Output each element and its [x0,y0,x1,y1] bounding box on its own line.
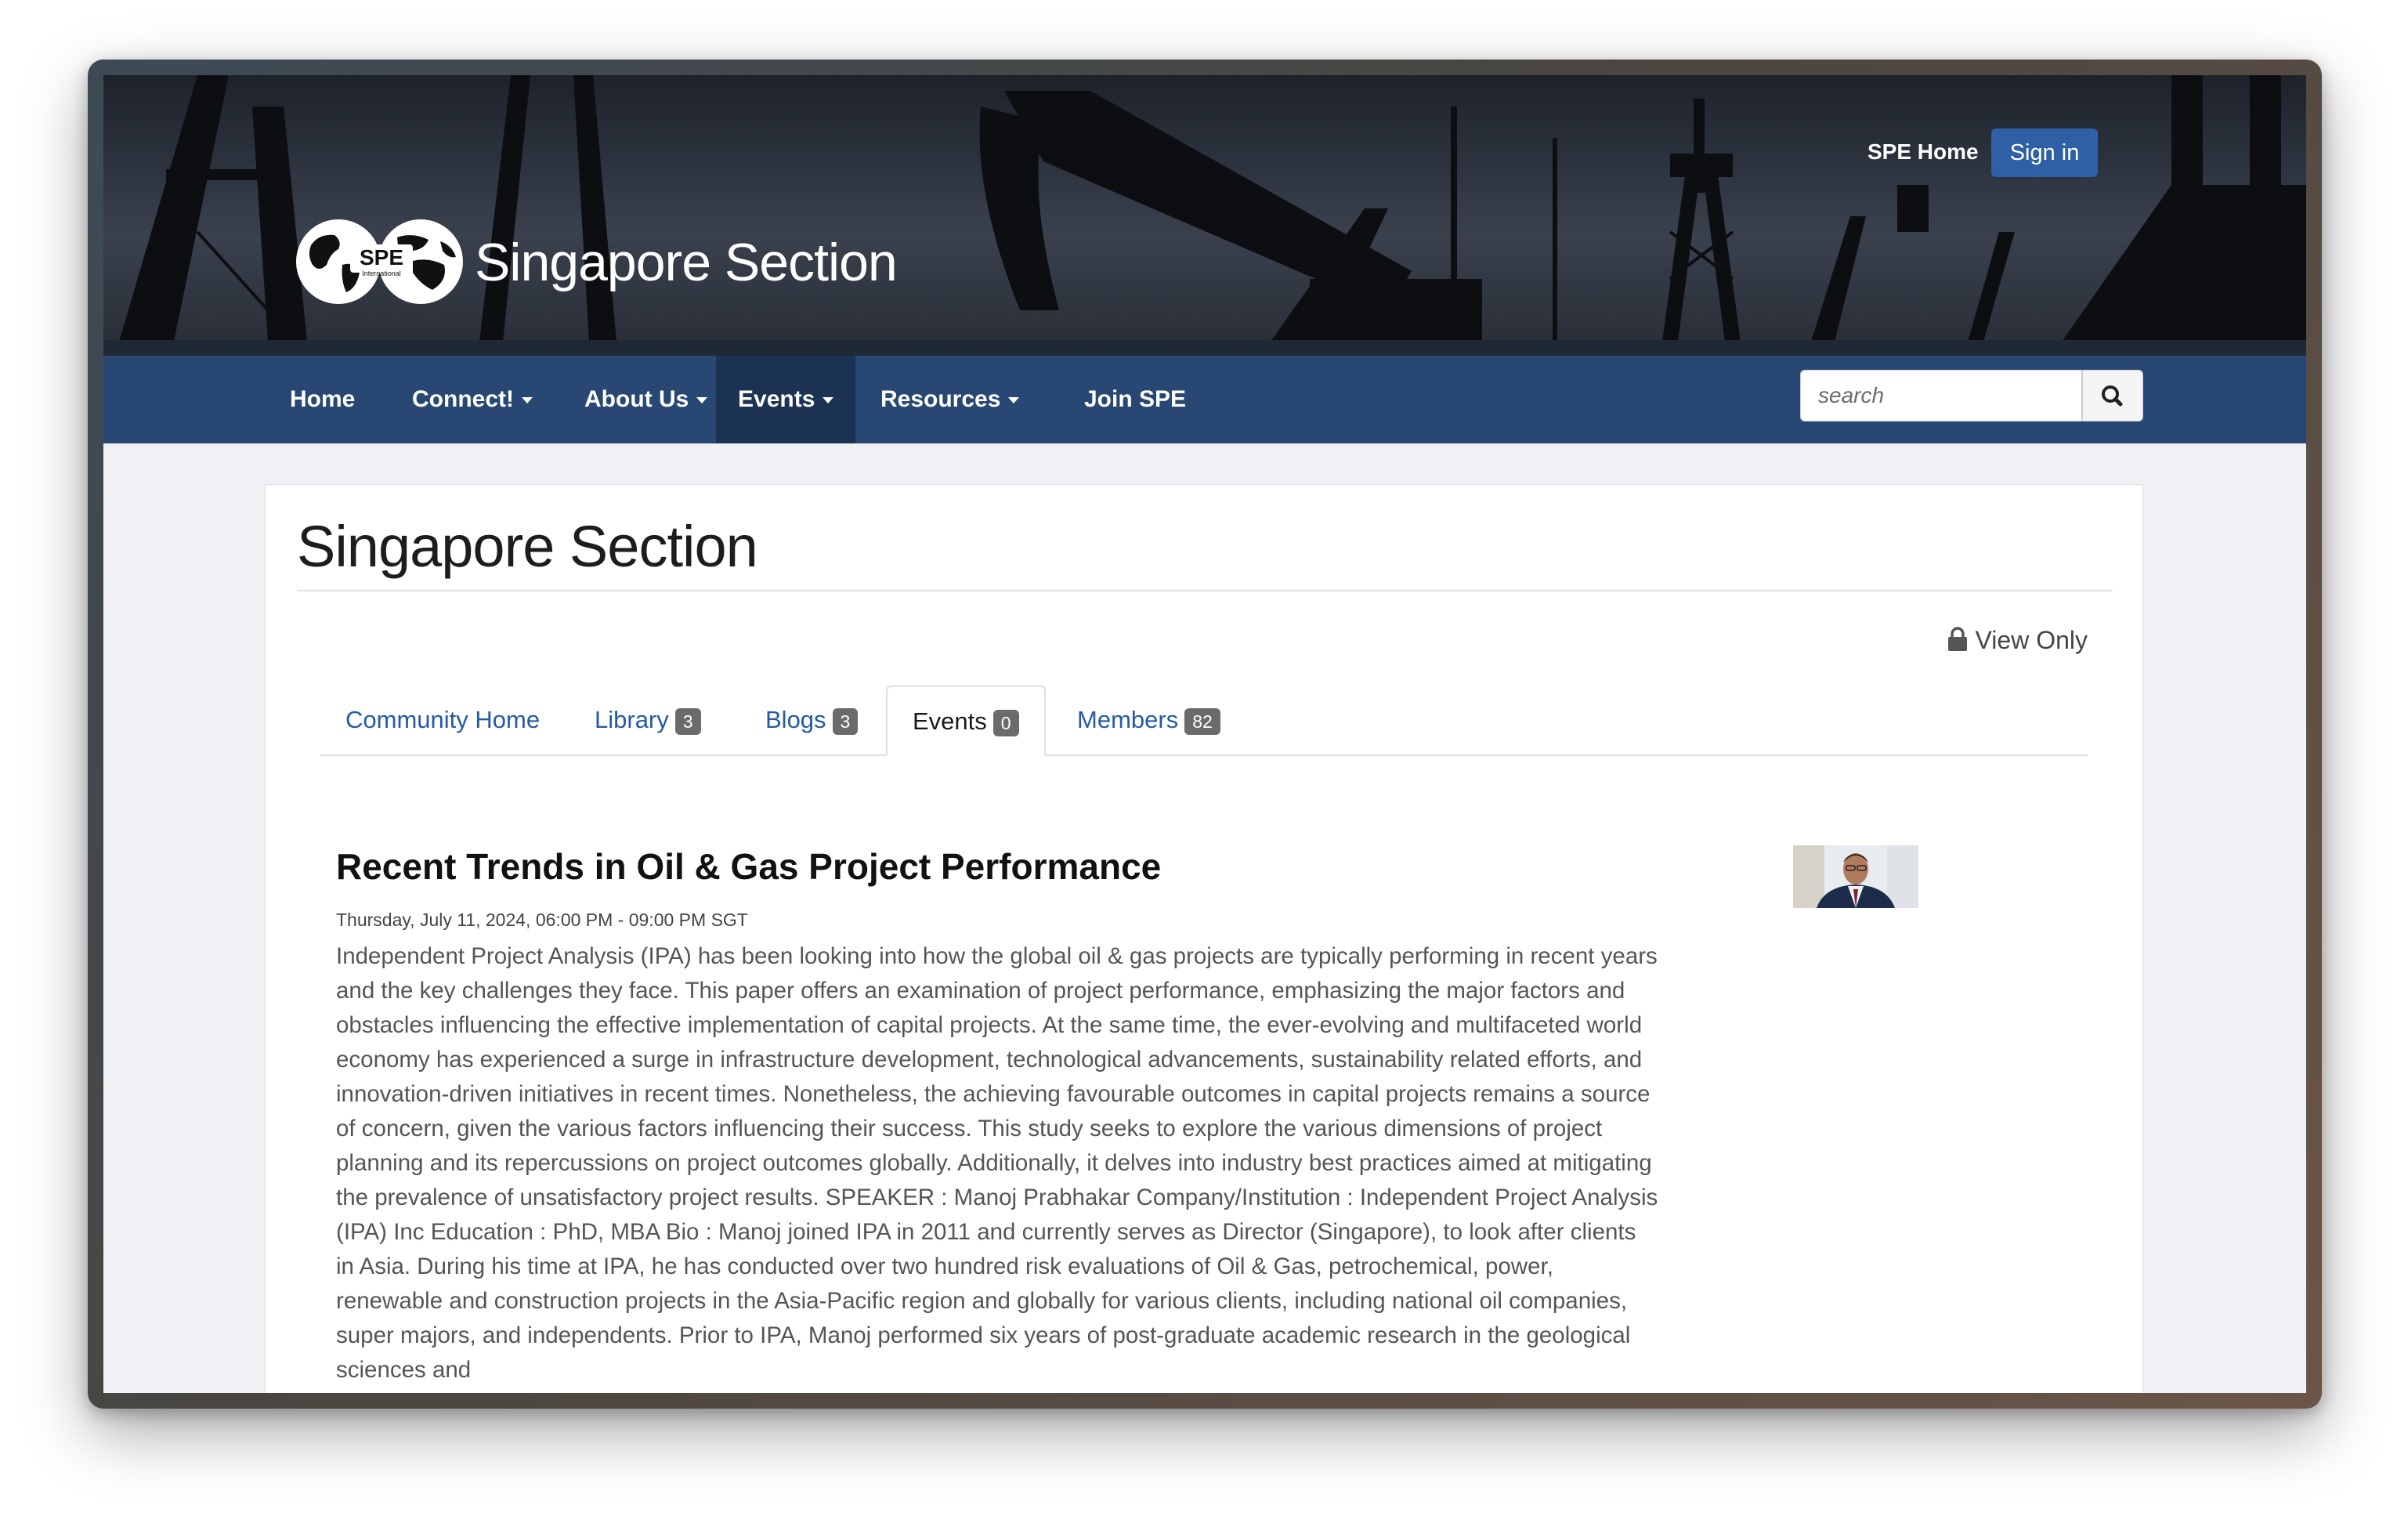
nav-connect-label: Connect! [412,386,514,412]
header-banner: SPE International Singapore Section SPE … [103,75,2306,342]
nav-events-label: Events [738,386,815,412]
speaker-avatar[interactable] [1793,845,1918,908]
tab-label: Community Home [345,706,541,733]
tab-label: Library [595,706,669,733]
content-card: Singapore Section View Only Community Ho… [265,484,2143,1393]
count-badge: 82 [1184,707,1220,735]
tab-label: Events [913,707,987,735]
chevron-down-icon [696,397,708,404]
speaker-photo-image [1793,845,1918,908]
globe-logo-icon: SPE International [296,219,463,304]
count-badge: 3 [674,707,701,735]
svg-text:International: International [362,270,401,277]
title-divider [297,590,2113,591]
tab-community-home[interactable]: Community Home [320,686,565,754]
nav-resources-label: Resources [880,386,1001,412]
lock-icon [1947,627,1967,651]
tab-blogs[interactable]: Blogs 3 [740,686,883,754]
search-input[interactable] [1800,370,2082,421]
main-navigation: Home Connect! About Us Events Resources … [103,356,2306,443]
nav-join-spe-label: Join SPE [1084,386,1187,412]
nav-about-us[interactable]: About Us [562,356,729,443]
nav-home[interactable]: Home [268,356,377,443]
nav-connect[interactable]: Connect! [390,356,555,443]
event-description: Independent Project Analysis (IPA) has b… [336,943,1658,1383]
nav-events[interactable]: Events [716,356,856,443]
count-badge: 0 [992,709,1019,736]
community-tabs: Community Home Library 3 Blogs 3 Events 0 M… [320,686,2088,756]
page-viewport: SPE International Singapore Section SPE … [103,75,2306,1393]
banner-divider [103,340,2306,356]
tab-label: Members [1077,706,1179,733]
search-icon [2102,385,2123,407]
view-only-indicator: View Only [1947,623,2088,657]
svg-text:SPE: SPE [360,245,403,270]
tab-label: Blogs [765,706,826,733]
chevron-down-icon [1008,397,1020,404]
sign-in-button[interactable]: Sign in [1991,128,2098,177]
search-button[interactable] [2082,370,2143,421]
event-title-link[interactable]: Recent Trends in Oil & Gas Project Perfo… [336,845,1161,888]
nav-join-spe[interactable]: Join SPE [1062,356,1208,443]
tab-members[interactable]: Members 82 [1052,686,1246,754]
view-only-label: View Only [1975,626,2088,654]
nav-about-us-label: About Us [584,386,689,412]
spe-logo[interactable]: SPE International [295,218,475,306]
chevron-down-icon [823,397,834,404]
event-datetime: Thursday, July 11, 2024, 06:00 PM - 09:0… [336,910,748,930]
tab-library[interactable]: Library 3 [569,686,726,754]
nav-home-label: Home [290,386,356,412]
site-name[interactable]: Singapore Section [475,232,898,293]
tab-events[interactable]: Events 0 [886,686,1046,756]
count-badge: 3 [832,707,859,735]
browser-window: SPE International Singapore Section SPE … [88,60,2322,1409]
spe-home-link[interactable]: SPE Home [1867,128,1979,175]
nav-resources[interactable]: Resources [859,356,1041,443]
page-title: Singapore Section [297,514,758,579]
chevron-down-icon [522,397,533,404]
